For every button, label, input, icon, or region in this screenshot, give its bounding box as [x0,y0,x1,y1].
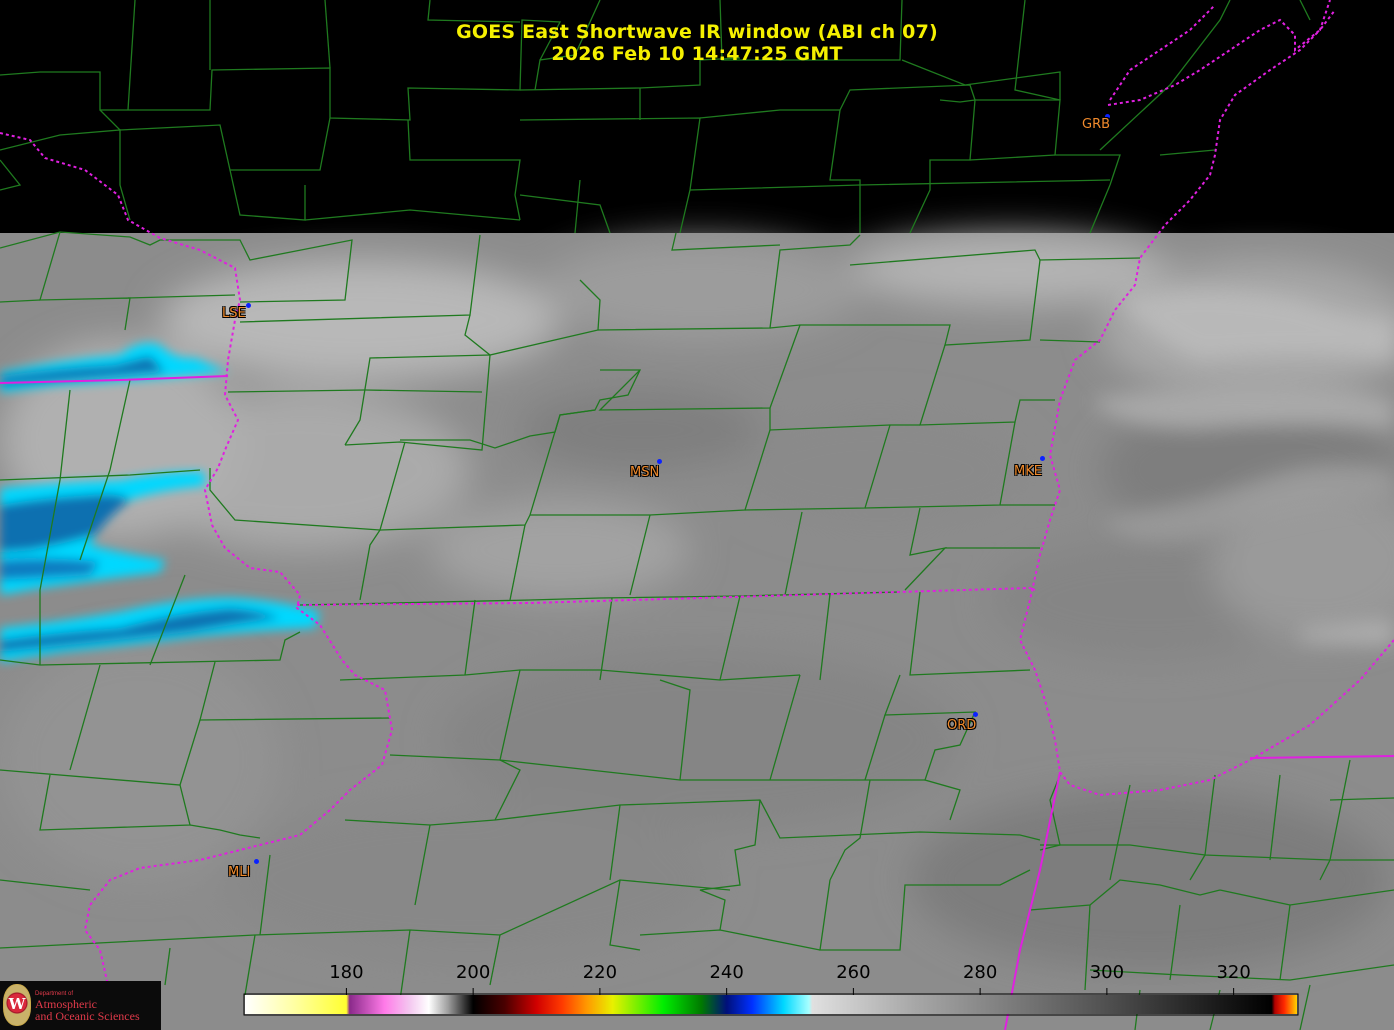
colorbar-tick-label: 220 [582,962,618,983]
colorbar-tick-label: 320 [1216,962,1251,983]
colorbar-tick-label: 280 [962,962,998,983]
city-lse-label: LSE [222,306,246,321]
colorbar-gradient [245,995,1297,1014]
city-msn-dot [657,459,662,464]
image-title: GOES East Shortwave IR window (ABI ch 07… [456,21,938,43]
city-mli-label: MLI [228,865,251,880]
colorbar-tick-label: 180 [329,962,364,983]
colorbar-tick-label: 200 [455,962,491,983]
map-canvas [0,0,1394,1030]
logo-line-2: and Oceanic Sciences [35,1009,140,1023]
city-ord-label: ORD [947,718,977,733]
colorbar-tick-label: 240 [709,962,744,983]
university-seal-icon: W [3,984,31,1026]
image-timestamp: 2026 Feb 10 14:47:25 GMT [551,43,843,65]
city-mke-label: MKE [1014,464,1042,479]
aos-logo: W Department of Atmospheric and Oceanic … [0,981,161,1030]
colorbar-tick-labels: 180 200 220 240 260 280 300 320 [0,962,1394,988]
city-grb-label: GRB [1082,117,1111,132]
satellite-map: GOES East Shortwave IR window (ABI ch 07… [0,0,1394,1030]
city-mli-dot [254,859,259,864]
city-lse-dot [246,303,251,308]
city-mke-dot [1040,456,1045,461]
colorbar-tick-label: 300 [1089,962,1125,983]
city-msn-label: MSN [630,465,660,480]
colorbar-tick-label: 260 [836,962,871,983]
city-ord-dot [973,712,978,717]
